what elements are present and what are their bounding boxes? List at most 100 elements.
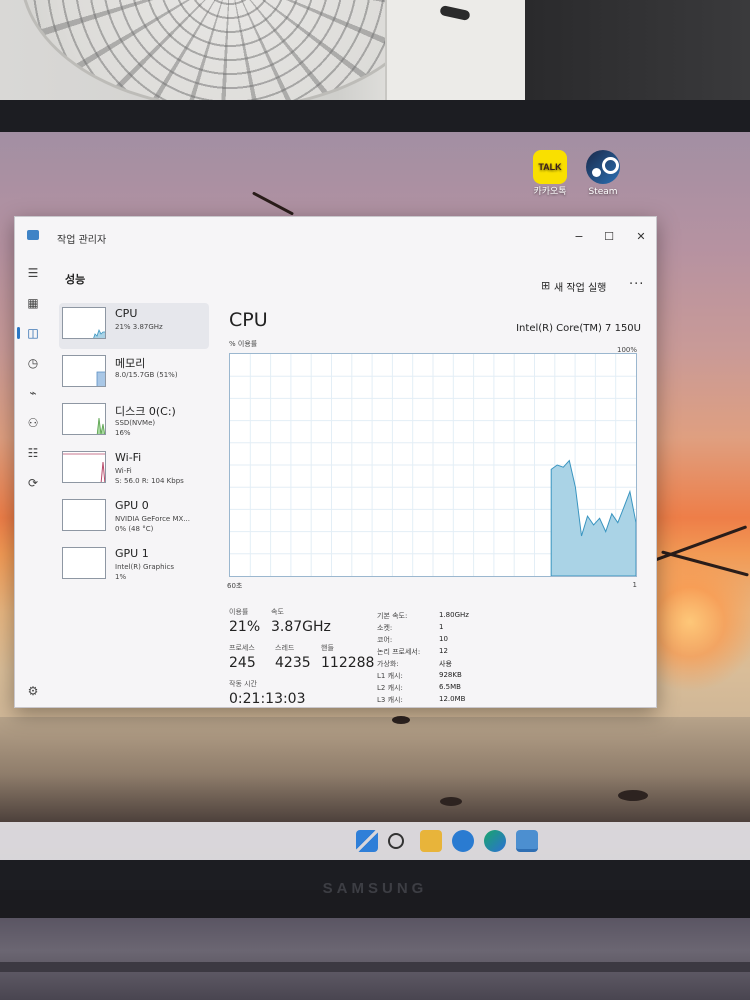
speed-value: 3.87GHz xyxy=(271,619,331,635)
resource-detail: Wi-Fi xyxy=(115,467,132,475)
page-title: 성능 xyxy=(65,273,86,286)
detail-value: 사용 xyxy=(439,660,452,668)
uptime-value: 0:21:13:03 xyxy=(229,691,306,707)
users-icon[interactable]: ⚇ xyxy=(25,415,41,431)
resource-item-gpu0[interactable]: GPU 0 NVIDIA GeForce MX... 0% (48 °C) xyxy=(59,495,209,541)
browser-icon[interactable] xyxy=(452,830,474,852)
detail-value: 6.5MB xyxy=(439,683,461,691)
cpu-utilization-graph xyxy=(229,353,637,577)
edge-icon[interactable] xyxy=(484,830,506,852)
file-explorer-icon[interactable] xyxy=(420,830,442,852)
maximize-button[interactable]: ☐ xyxy=(599,229,619,245)
resource-usage: 1% xyxy=(115,573,127,581)
title-bar[interactable]: 작업 관리자 − ☐ ✕ xyxy=(15,217,656,257)
desktop-icon-kakaotalk[interactable]: TALK 카카오톡 xyxy=(525,150,575,198)
new-task-icon[interactable]: ⊞ xyxy=(541,279,550,292)
task-manager-icon[interactable] xyxy=(516,830,538,852)
resource-name: CPU xyxy=(115,307,138,320)
resource-usage: 16% xyxy=(115,429,131,437)
memory-thumbnail-graph xyxy=(62,355,106,387)
handles-value: 112288 xyxy=(321,655,375,671)
kakaotalk-icon: TALK xyxy=(533,150,567,184)
cpu-panel: CPU Intel(R) Core(TM) 7 150U % 이용률 100% … xyxy=(227,303,656,707)
steam-icon xyxy=(586,150,620,184)
resource-name: GPU 0 xyxy=(115,499,149,512)
resource-usage: 0% (48 °C) xyxy=(115,525,154,533)
services-icon[interactable]: ⟳ xyxy=(25,475,41,491)
time-axis-end: 1 xyxy=(632,581,637,589)
wifi-thumbnail-graph xyxy=(62,451,106,483)
run-new-task-button[interactable]: 새 작업 실행 xyxy=(554,279,606,294)
resource-name: 디스크 0(C:) xyxy=(115,405,176,418)
resource-item-memory[interactable]: 메모리 8.0/15.7GB (51%) xyxy=(59,351,209,397)
threads-value: 4235 xyxy=(275,655,311,671)
settings-icon[interactable]: ⚙ xyxy=(25,683,41,699)
resource-detail: 21% 3.87GHz xyxy=(115,323,163,331)
disk-thumbnail-graph xyxy=(62,403,106,435)
utilization-axis-label: % 이용률 xyxy=(229,340,258,348)
nav-rail: ☰ ▦ ◫ ◷ ⌁ ⚇ ☷ ⟳ ⚙ xyxy=(15,257,51,707)
detail-key: 기본 속도: xyxy=(377,612,408,620)
hamburger-icon[interactable]: ☰ xyxy=(25,265,41,281)
startup-icon[interactable]: ⌁ xyxy=(25,385,41,401)
performance-icon[interactable]: ◫ xyxy=(17,325,41,341)
gpu1-thumbnail-graph xyxy=(62,547,106,579)
minimize-button[interactable]: − xyxy=(569,229,589,245)
cpu-title: CPU xyxy=(229,309,268,331)
detail-value: 10 xyxy=(439,635,448,643)
detail-value: 1 xyxy=(439,623,444,631)
close-button[interactable]: ✕ xyxy=(631,229,651,245)
search-icon[interactable] xyxy=(388,833,404,849)
detail-key: 코어: xyxy=(377,636,393,644)
resource-detail: SSD(NVMe) xyxy=(115,419,156,427)
resource-item-disk[interactable]: 디스크 0(C:) SSD(NVMe) 16% xyxy=(59,399,209,445)
wallpaper-rock xyxy=(440,797,462,806)
page-header: 성능 ⊞ 새 작업 실행 ··· xyxy=(51,257,656,301)
processes-label: 프로세스 xyxy=(229,644,255,652)
resource-name: 메모리 xyxy=(115,357,146,370)
detail-value: 928KB xyxy=(439,671,462,679)
start-icon[interactable] xyxy=(356,830,378,852)
more-options-button[interactable]: ··· xyxy=(629,277,644,292)
resource-detail: 8.0/15.7GB (51%) xyxy=(115,371,178,379)
detail-key: L2 캐시: xyxy=(377,684,403,692)
resource-detail: NVIDIA GeForce MX... xyxy=(115,515,190,523)
desktop-icon-steam[interactable]: Steam xyxy=(578,150,628,198)
resource-item-wifi[interactable]: Wi-Fi Wi-Fi S: 56.0 R: 104 Kbps xyxy=(59,447,209,493)
cpu-thumbnail-graph xyxy=(62,307,106,339)
resource-item-cpu[interactable]: CPU 21% 3.87GHz xyxy=(59,303,209,349)
task-manager-window: 작업 관리자 − ☐ ✕ ☰ ▦ ◫ ◷ ⌁ ⚇ ☷ ⟳ ⚙ 성능 ⊞ 새 작업… xyxy=(14,216,657,708)
time-axis-start: 60초 xyxy=(227,582,243,590)
resource-item-gpu1[interactable]: GPU 1 Intel(R) Graphics 1% xyxy=(59,543,209,589)
detail-key: L1 캐시: xyxy=(377,672,403,680)
resource-list: CPU 21% 3.87GHz 메모리 8.0/15.7GB (51%) 디스크… xyxy=(59,303,223,593)
laptop-deck xyxy=(0,918,750,1000)
gpu0-thumbnail-graph xyxy=(62,499,106,531)
uptime-label: 작동 시간 xyxy=(229,680,257,688)
handles-label: 핸들 xyxy=(321,644,334,652)
detail-value: 12.0MB xyxy=(439,695,466,703)
desktop-icon-label: Steam xyxy=(588,187,618,197)
cpu-model: Intel(R) Core(TM) 7 150U xyxy=(516,323,641,334)
threads-label: 스레드 xyxy=(275,644,295,652)
resource-name: Wi-Fi xyxy=(115,451,142,464)
processes-value: 245 xyxy=(229,655,256,671)
detail-value: 12 xyxy=(439,647,448,655)
wallpaper-rock xyxy=(392,716,410,724)
task-manager-app-icon xyxy=(27,230,39,240)
detail-key: 가상화: xyxy=(377,660,399,668)
app-history-icon[interactable]: ◷ xyxy=(25,355,41,371)
desk-fan xyxy=(20,0,440,110)
utilization-label: 이용률 xyxy=(229,608,249,616)
processes-icon[interactable]: ▦ xyxy=(25,295,41,311)
detail-key: L3 캐시: xyxy=(377,696,403,704)
desktop-icon-label: 카카오톡 xyxy=(533,187,567,197)
detail-key: 소켓: xyxy=(377,624,393,632)
detail-key: 논리 프로세서: xyxy=(377,648,421,656)
details-icon[interactable]: ☷ xyxy=(25,445,41,461)
speed-label: 속도 xyxy=(271,608,284,616)
resource-detail: Intel(R) Graphics xyxy=(115,563,174,571)
detail-value: 1.80GHz xyxy=(439,611,469,619)
taskbar xyxy=(0,822,750,860)
wallpaper-rock xyxy=(618,790,648,801)
